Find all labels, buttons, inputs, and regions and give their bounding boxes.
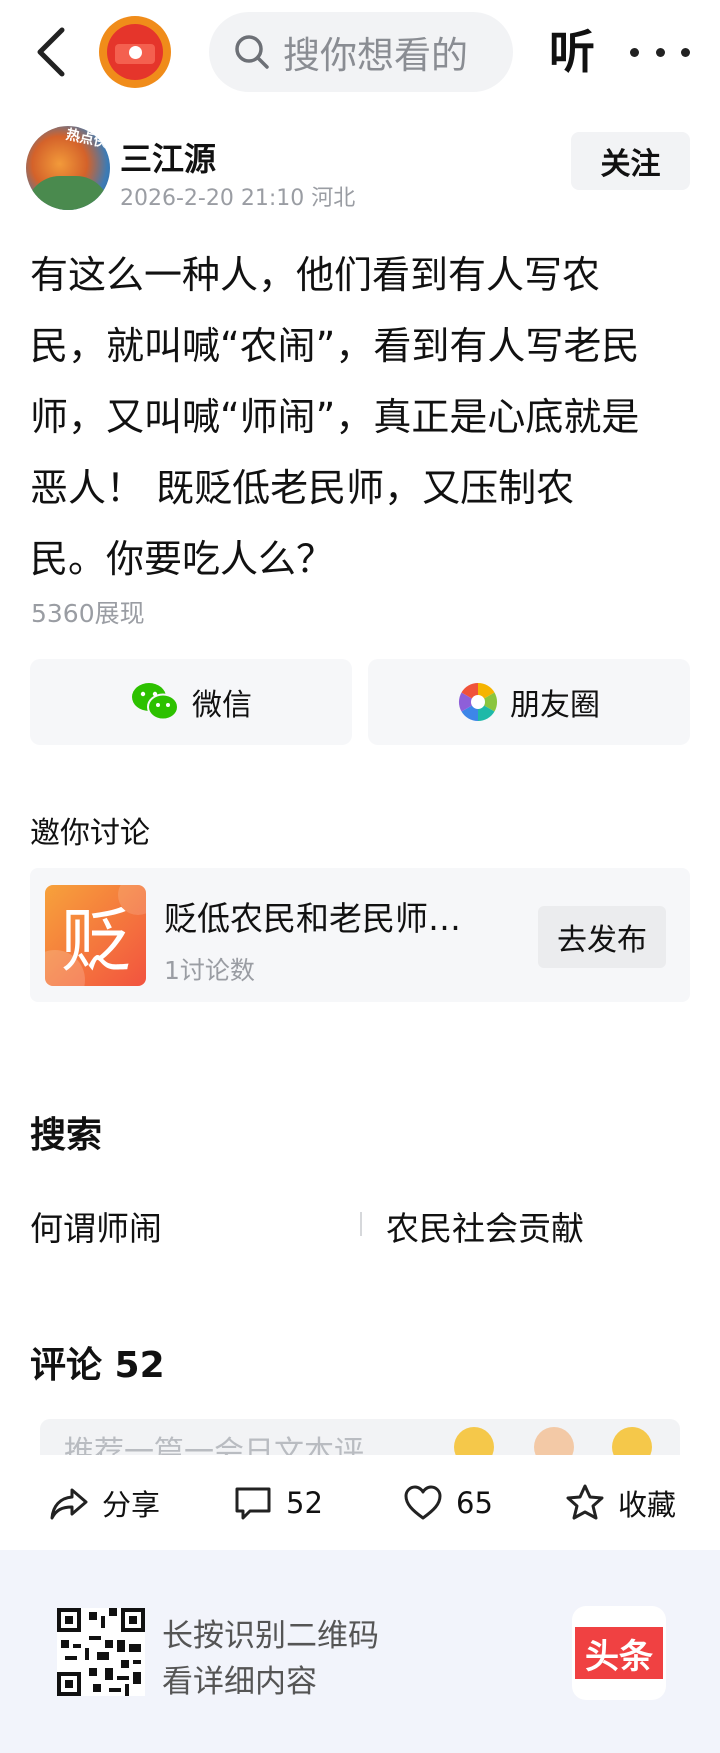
comment-icon bbox=[235, 1487, 271, 1520]
article-line: 有这么一种人，他们看到有人写农 bbox=[30, 253, 601, 297]
article-line: 民，就叫喊“农闹”，看到有人写老民 bbox=[30, 324, 640, 368]
qr-code[interactable] bbox=[57, 1608, 145, 1696]
comments-heading: 评论 52 bbox=[30, 1345, 165, 1386]
top-bar: 搜你想看的 听 bbox=[0, 0, 720, 104]
search-bar[interactable]: 搜你想看的 bbox=[209, 12, 513, 92]
view-count: 5360展现 bbox=[31, 599, 145, 628]
share-wechat-button[interactable]: 微信 bbox=[30, 659, 352, 745]
article-body: 有这么一种人，他们看到有人写农 民，就叫喊“农闹”，看到有人写老民 师，又叫喊“… bbox=[30, 240, 692, 595]
search-section-heading: 搜索 bbox=[30, 1115, 103, 1156]
emoji-icon[interactable] bbox=[612, 1427, 652, 1455]
qr-hint: 长按识别二维码 bbox=[162, 1618, 379, 1654]
search-icon bbox=[235, 35, 269, 69]
collect-label: 收藏 bbox=[618, 1488, 677, 1522]
red-packet-icon bbox=[107, 24, 163, 80]
heart-icon bbox=[404, 1485, 442, 1520]
comment-button[interactable]: 52 bbox=[232, 1456, 323, 1550]
search-suggestion[interactable]: 农民社会贡献 bbox=[386, 1202, 584, 1250]
back-button[interactable] bbox=[30, 24, 80, 80]
toutiao-logo: 头条 bbox=[572, 1606, 666, 1700]
share-icon bbox=[50, 1488, 88, 1520]
article-line: 师，又叫喊“师闹”，真正是心底就是 bbox=[30, 395, 640, 439]
share-moments-label: 朋友圈 bbox=[510, 688, 600, 723]
footer-banner: 长按识别二维码 看详细内容 头条 bbox=[0, 1550, 720, 1753]
emoji-icon[interactable] bbox=[454, 1427, 494, 1455]
comment-count: 52 bbox=[286, 1486, 323, 1520]
search-placeholder: 搜你想看的 bbox=[283, 34, 468, 77]
share-moments-button[interactable]: 朋友圈 bbox=[368, 659, 690, 745]
avatar-badge: 热点侠 bbox=[64, 126, 109, 152]
collect-button[interactable]: 收藏 bbox=[564, 1456, 676, 1550]
discussion-card[interactable]: 贬 贬低农民和老民师… 1讨论数 去发布 bbox=[30, 868, 690, 1002]
wechat-icon bbox=[132, 683, 179, 721]
search-suggestion[interactable]: 何谓师闹 bbox=[30, 1202, 162, 1250]
publish-button[interactable]: 去发布 bbox=[538, 906, 666, 968]
like-count: 65 bbox=[456, 1486, 493, 1520]
discussion-heading: 邀你讨论 bbox=[30, 816, 150, 851]
topic-title: 贬低农民和老民师… bbox=[164, 899, 461, 938]
author-name[interactable]: 三江源 bbox=[120, 134, 216, 180]
topic-count: 1讨论数 bbox=[164, 956, 255, 985]
share-button[interactable]: 分享 bbox=[48, 1456, 160, 1550]
listen-button[interactable]: 听 bbox=[549, 20, 595, 84]
article-line: 民。你要吃人么？ bbox=[30, 537, 335, 581]
chevron-left-icon bbox=[37, 27, 65, 77]
share-label: 分享 bbox=[102, 1488, 161, 1522]
comment-placeholder: 推荐一篇一会日文本评 bbox=[64, 1435, 364, 1455]
share-wechat-label: 微信 bbox=[192, 688, 252, 723]
red-packet-logo[interactable] bbox=[99, 16, 171, 88]
moments-icon bbox=[458, 682, 498, 722]
comment-input[interactable]: 推荐一篇一会日文本评 bbox=[40, 1419, 680, 1455]
qr-subhint: 看详细内容 bbox=[162, 1664, 317, 1700]
post-meta: 2026-2-20 21:10 河北 bbox=[120, 186, 356, 211]
pray-emoji-icon[interactable] bbox=[534, 1427, 574, 1455]
action-bar: 分享 52 65 收藏 bbox=[0, 1456, 720, 1550]
like-button[interactable]: 65 bbox=[402, 1456, 493, 1550]
follow-button[interactable]: 关注 bbox=[571, 132, 690, 190]
avatar[interactable]: 热点侠 bbox=[26, 126, 110, 210]
divider bbox=[360, 1212, 362, 1236]
topic-thumbnail: 贬 bbox=[45, 885, 146, 986]
article-line: 恶人！ 既贬低老民师，又压制农 bbox=[30, 466, 575, 510]
star-icon bbox=[566, 1484, 604, 1520]
brand-logo-text: 头条 bbox=[575, 1627, 663, 1679]
more-options-icon[interactable] bbox=[630, 26, 690, 78]
